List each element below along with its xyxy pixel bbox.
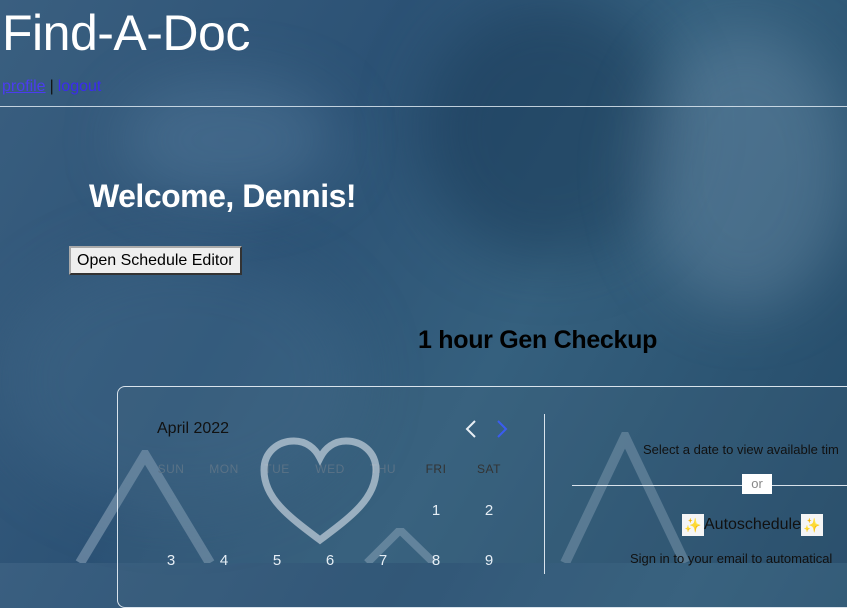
- sparkles-icon: ✨: [800, 514, 823, 536]
- calendar-day[interactable]: 2: [474, 502, 504, 519]
- top-nav: profile | logout: [2, 78, 101, 96]
- chevron-left-icon[interactable]: [462, 418, 482, 440]
- chevron-right-icon[interactable]: [492, 418, 512, 440]
- calendar-day[interactable]: 3: [156, 552, 186, 569]
- autoschedule-label: Autoschedule: [704, 516, 801, 534]
- weekday-label: WED: [315, 462, 345, 476]
- calendar-month: April 2022: [157, 420, 230, 437]
- calendar-day[interactable]: 1: [421, 502, 451, 519]
- sparkles-icon: ✨: [682, 514, 704, 536]
- nav-separator: |: [49, 78, 54, 95]
- calendar-day[interactable]: 4: [209, 552, 239, 569]
- or-label: or: [742, 474, 772, 494]
- site-title: Find-A-Doc: [2, 5, 250, 61]
- welcome-heading: Welcome, Dennis!: [89, 178, 357, 214]
- calendar-day[interactable]: 7: [368, 552, 398, 569]
- weekday-label: TUE: [264, 462, 290, 476]
- widget-divider: [544, 414, 545, 574]
- weekday-label: THU: [369, 462, 397, 476]
- calendar-day[interactable]: 9: [474, 552, 504, 569]
- logout-link[interactable]: logout: [58, 78, 102, 95]
- select-date-prompt: Select a date to view available tim: [643, 442, 839, 457]
- calendar-day[interactable]: 5: [262, 552, 292, 569]
- autoschedule-button[interactable]: ✨ Autoschedule ✨: [682, 514, 823, 536]
- background-shade: [420, 0, 680, 260]
- weekday-label: SUN: [157, 462, 185, 476]
- event-title: 1 hour Gen Checkup: [418, 326, 658, 354]
- weekday-label: SAT: [477, 462, 501, 476]
- weekday-label: MON: [209, 462, 239, 476]
- signin-prompt: Sign in to your email to automatical: [630, 551, 833, 566]
- open-schedule-editor-button[interactable]: Open Schedule Editor: [69, 246, 242, 275]
- header-divider: [0, 106, 847, 107]
- calendar-day[interactable]: 6: [315, 552, 345, 569]
- weekday-label: FRI: [425, 462, 447, 476]
- background-shade: [640, 30, 847, 310]
- calendar-day[interactable]: 8: [421, 552, 451, 569]
- profile-link[interactable]: profile: [2, 78, 46, 95]
- or-divider: [572, 485, 847, 486]
